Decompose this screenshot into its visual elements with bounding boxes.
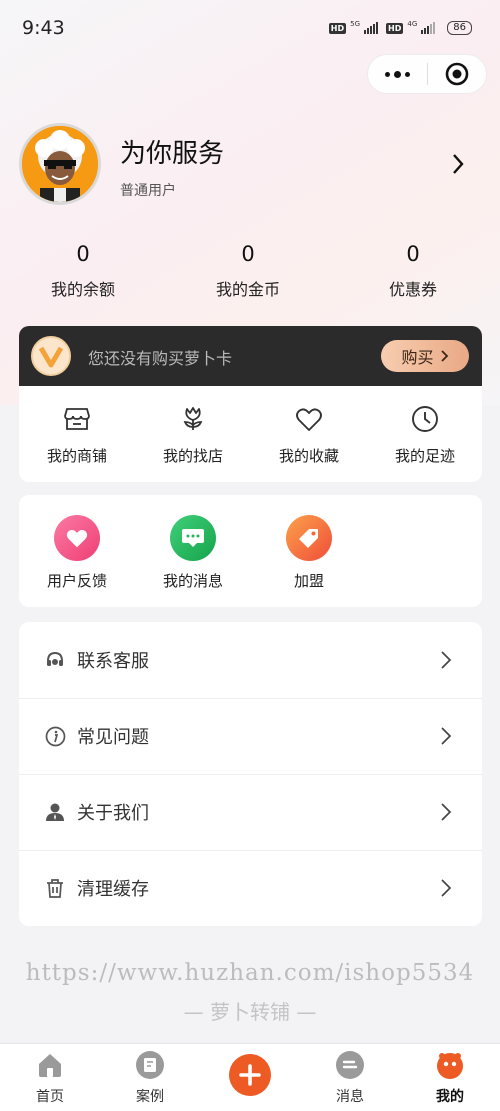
quick-link-shop[interactable]: 我的商铺 (19, 404, 135, 466)
chevron-right-icon (441, 727, 452, 745)
battery-indicator: 86 (447, 21, 472, 35)
menu-item-clear-cache[interactable]: 清理缓存 (19, 850, 482, 926)
add-icon (239, 1064, 261, 1086)
menu-item-label: 联系客服 (77, 651, 149, 672)
signal-icon-2 (421, 22, 436, 34)
more-menu-button[interactable] (368, 70, 427, 78)
status-icons: HD 5G HD 4G 86 (328, 20, 472, 35)
tag-icon (286, 515, 332, 561)
services-card: 用户反馈 我的消息 加盟 (19, 495, 482, 607)
avatar[interactable] (19, 123, 101, 205)
clock-icon (367, 404, 483, 434)
chevron-right-icon (441, 879, 452, 897)
tab-cases[interactable]: 案例 (100, 1044, 200, 1111)
network-type: 5G (350, 20, 361, 28)
chevron-right-icon (441, 651, 452, 669)
stat-coupons[interactable]: 0 优惠券 (348, 242, 478, 300)
menu-item-label: 关于我们 (77, 803, 149, 824)
hd-badge-2: HD (386, 22, 404, 34)
heart-icon (251, 404, 367, 434)
quick-links-card: 我的商铺 我的找店 我的收藏 我的足迹 (19, 386, 482, 482)
quick-link-label: 我的收藏 (278, 447, 339, 465)
quick-link-favorites[interactable]: 我的收藏 (251, 404, 367, 466)
stat-label: 优惠券 (388, 280, 437, 299)
stat-coins[interactable]: 0 我的金币 (183, 242, 313, 300)
tab-profile[interactable]: 我的 (400, 1044, 500, 1111)
customer-service-icon (44, 649, 66, 671)
service-label: 我的消息 (162, 572, 223, 590)
stat-value: 0 (406, 242, 420, 266)
shop-icon (19, 404, 135, 434)
menu-item-label: 常见问题 (77, 727, 149, 748)
settings-menu: 联系客服 常见问题 关于我们 清理缓存 (19, 622, 482, 926)
vip-logo-icon (31, 336, 71, 376)
add-button[interactable] (229, 1054, 271, 1096)
profile-icon (435, 1050, 465, 1080)
vip-prompt-text: 您还没有购买萝卜卡 (88, 349, 233, 368)
vip-card-banner: 您还没有购买萝卜卡 购买 (19, 326, 482, 386)
status-bar: 9:43 HD 5G HD 4G 86 (0, 0, 500, 58)
menu-item-about-us[interactable]: 关于我们 (19, 774, 482, 850)
message-icon (170, 515, 216, 561)
tab-label: 首页 (36, 1089, 64, 1105)
signal-icon (364, 22, 379, 34)
service-feedback[interactable]: 用户反馈 (19, 515, 135, 591)
stat-value: 0 (76, 242, 90, 266)
menu-item-label: 清理缓存 (77, 879, 149, 900)
watermark-text: https://www.huzhan.com/ishop5534 (25, 960, 475, 986)
stat-label: 我的余额 (50, 280, 115, 299)
quick-link-history[interactable]: 我的足迹 (367, 404, 483, 466)
tab-messages[interactable]: 消息 (300, 1044, 400, 1111)
tab-label: 消息 (336, 1089, 364, 1105)
tab-home[interactable]: 首页 (0, 1044, 100, 1111)
service-franchise[interactable]: 加盟 (251, 515, 367, 591)
profile-chevron-icon[interactable] (450, 152, 466, 180)
buy-button[interactable]: 购买 (381, 340, 469, 372)
footer-brand: — 萝卜转铺 — (183, 1000, 317, 1024)
chevron-right-icon (440, 350, 448, 362)
hd-badge: HD (328, 22, 347, 34)
status-time: 9:43 (22, 17, 65, 39)
home-icon (35, 1050, 65, 1080)
buy-button-label: 购买 (401, 348, 434, 367)
person-icon (44, 801, 66, 823)
chevron-right-icon (441, 803, 452, 821)
user-level: 普通用户 (120, 183, 176, 199)
target-icon (445, 62, 469, 86)
quick-link-label: 我的商铺 (46, 447, 107, 465)
tab-label: 我的 (436, 1089, 464, 1105)
menu-item-faq[interactable]: 常见问题 (19, 698, 482, 774)
close-miniprogram-button[interactable] (427, 62, 486, 86)
trash-icon (44, 877, 66, 899)
menu-item-contact-service[interactable]: 联系客服 (19, 622, 482, 698)
avatar-image (22, 126, 98, 202)
service-label: 用户反馈 (46, 572, 107, 590)
user-name[interactable]: 为你服务 (120, 133, 224, 170)
quick-link-label: 我的找店 (162, 447, 223, 465)
stat-balance[interactable]: 0 我的余额 (18, 242, 148, 300)
service-label: 加盟 (293, 572, 324, 590)
network-type-2: 4G (407, 20, 418, 28)
stat-label: 我的金币 (215, 280, 280, 299)
feedback-heart-icon (54, 515, 100, 561)
tab-label: 案例 (136, 1089, 164, 1105)
stat-value: 0 (241, 242, 255, 266)
miniprogram-capsule (367, 54, 487, 94)
chat-icon (335, 1050, 365, 1080)
quick-link-label: 我的足迹 (394, 447, 455, 465)
tulip-icon (135, 404, 251, 434)
case-icon (135, 1050, 165, 1080)
quick-link-find-store[interactable]: 我的找店 (135, 404, 251, 466)
service-messages[interactable]: 我的消息 (135, 515, 251, 591)
info-icon (44, 725, 66, 747)
